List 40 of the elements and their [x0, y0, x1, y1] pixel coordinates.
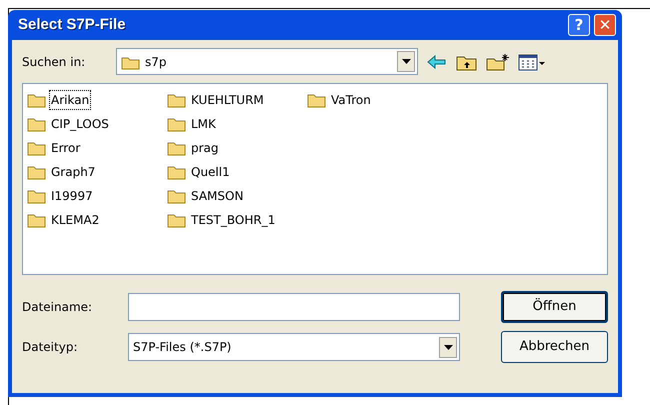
folder-icon [27, 212, 47, 228]
file-type-dropdown[interactable]: S7P-Files (*.S7P) [128, 333, 460, 361]
folder-name[interactable]: KUEHLTURM [189, 90, 266, 110]
folder-icon [167, 116, 187, 132]
folder-icon [167, 92, 187, 108]
folder-name[interactable]: LMK [189, 114, 218, 134]
folder-name[interactable]: prag [189, 138, 221, 158]
close-button[interactable]: ✕ [594, 14, 616, 36]
folder-icon [27, 92, 47, 108]
folder-icon [167, 140, 187, 156]
folder-icon [27, 188, 47, 204]
open-button[interactable]: Öffnen [501, 291, 608, 323]
view-menu-icon[interactable] [518, 52, 546, 70]
folder-icon [167, 164, 187, 180]
folder-icon [167, 188, 187, 204]
folder-name[interactable]: Graph7 [49, 162, 98, 182]
window-title: Select S7P-File [18, 14, 127, 35]
cancel-button[interactable]: Abbrechen [501, 331, 608, 363]
folder-name[interactable]: I19997 [49, 186, 95, 206]
help-button[interactable]: ? [568, 14, 590, 36]
folder-name[interactable]: Arikan [49, 90, 92, 110]
folder-name[interactable]: KLEMA2 [49, 210, 102, 230]
folder-icon [27, 140, 47, 156]
folder-name[interactable]: TEST_BOHR_1 [189, 210, 278, 230]
folder-icon [167, 212, 187, 228]
folder-name[interactable]: CIP_LOOS [49, 114, 111, 134]
folder-name[interactable]: SAMSON [189, 186, 246, 206]
file-name-label: Dateiname: [22, 299, 94, 316]
folder-name[interactable]: Quell1 [189, 162, 232, 182]
folder-icon [27, 116, 47, 132]
new-folder-icon[interactable] [486, 52, 510, 70]
look-in-dropdown[interactable]: s7p [116, 48, 418, 75]
folder-icon [27, 164, 47, 180]
folder-icon [307, 92, 327, 108]
back-arrow-icon[interactable] [426, 52, 448, 70]
look-in-label: Suchen in: [22, 54, 86, 70]
folder-name[interactable]: Error [49, 138, 82, 158]
file-name-field[interactable] [128, 293, 460, 321]
folder-name[interactable]: VaTron [329, 90, 373, 110]
file-type-label: Dateityp: [22, 339, 78, 356]
